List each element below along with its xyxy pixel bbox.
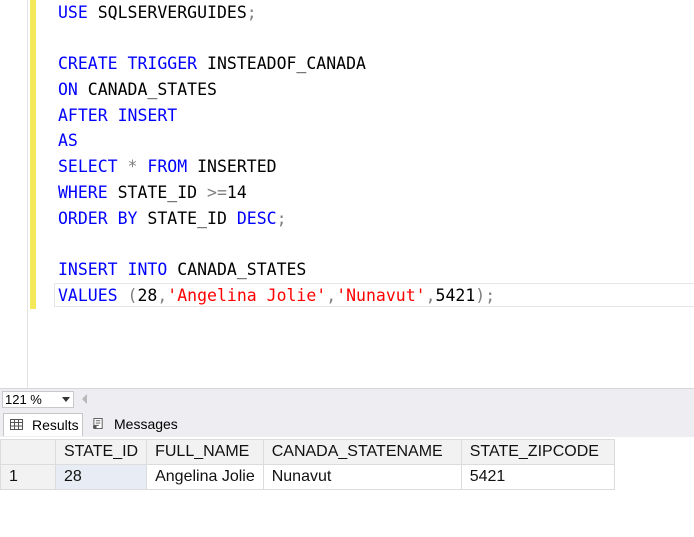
code-token: DESC bbox=[236, 208, 277, 228]
code-line[interactable] bbox=[58, 26, 495, 52]
row-number[interactable]: 1 bbox=[0, 464, 56, 490]
zoom-dropdown[interactable]: 121 % bbox=[2, 391, 74, 408]
table-cell[interactable]: Nunavut bbox=[262, 464, 462, 490]
column-header[interactable]: CANADA_STATENAME bbox=[262, 439, 462, 465]
current-line-highlight bbox=[54, 282, 694, 307]
table-cell[interactable]: 5421 bbox=[460, 464, 615, 490]
grid-icon bbox=[10, 419, 23, 430]
code-token: SQLSERVERGUIDES bbox=[87, 3, 247, 22]
code-token: ORDER bbox=[58, 208, 108, 228]
column-header[interactable]: FULL_NAME bbox=[146, 439, 264, 465]
results-grid: STATE_ID FULL_NAME CANADA_STATENAME STAT… bbox=[0, 437, 694, 537]
chevron-down-icon bbox=[62, 397, 70, 402]
code-line[interactable]: ON CANADA_STATES bbox=[58, 77, 495, 103]
code-token: STATE_ID bbox=[137, 208, 237, 228]
code-token: FROM bbox=[147, 157, 188, 177]
code-token: CANADA_STATES bbox=[167, 259, 307, 279]
code-token: AFTER bbox=[58, 105, 108, 125]
code-token: BY bbox=[117, 208, 138, 228]
sql-code[interactable]: USE SQLSERVERGUIDES; CREATE TRIGGER INST… bbox=[54, 0, 694, 309]
results-table: STATE_ID FULL_NAME CANADA_STATENAME STAT… bbox=[0, 439, 615, 490]
code-token: * bbox=[127, 157, 138, 177]
messages-icon bbox=[93, 418, 103, 429]
code-token: AS bbox=[58, 131, 78, 151]
code-token: ; bbox=[276, 208, 287, 228]
code-token: INSERTED bbox=[187, 157, 277, 177]
tab-messages-label: Messages bbox=[114, 416, 178, 432]
code-token: ; bbox=[246, 3, 257, 22]
table-cell[interactable]: Angelina Jolie bbox=[146, 464, 264, 490]
change-tracking-bar bbox=[30, 0, 36, 309]
code-token: INSTEADOF_CANADA bbox=[197, 54, 366, 74]
code-token: ON bbox=[58, 80, 78, 100]
column-header[interactable]: STATE_ZIPCODE bbox=[460, 439, 615, 465]
code-line[interactable]: CREATE TRIGGER INSTEADOF_CANADA bbox=[58, 51, 495, 77]
header-row: STATE_ID FULL_NAME CANADA_STATENAME STAT… bbox=[0, 439, 615, 465]
code-token: INSERT bbox=[117, 105, 178, 125]
code-line[interactable]: SELECT * FROM INSERTED bbox=[58, 154, 495, 180]
scroll-left-arrow-icon[interactable] bbox=[82, 394, 87, 404]
code-token: >= bbox=[207, 182, 227, 202]
tab-messages[interactable]: Messages bbox=[86, 413, 180, 436]
table-row: 1 28 Angelina Jolie Nunavut 5421 bbox=[0, 464, 615, 490]
table-cell[interactable]: 28 bbox=[54, 464, 148, 490]
code-token: TRIGGER bbox=[127, 54, 198, 74]
tab-results-label: Results bbox=[32, 417, 79, 433]
code-token: INSERT bbox=[58, 259, 118, 279]
code-token: STATE_ID bbox=[107, 182, 208, 202]
code-token: INTO bbox=[127, 259, 168, 279]
query-editor[interactable]: USE SQLSERVERGUIDES; CREATE TRIGGER INST… bbox=[0, 0, 694, 388]
code-token: WHERE bbox=[58, 182, 108, 202]
code-token: CREATE bbox=[58, 54, 118, 74]
code-token: 14 bbox=[226, 182, 247, 202]
tab-results[interactable]: Results bbox=[3, 413, 83, 436]
editor-status-strip: 121 % bbox=[0, 388, 694, 411]
code-token: SELECT bbox=[58, 157, 118, 177]
code-line[interactable] bbox=[58, 231, 495, 257]
grid-corner[interactable] bbox=[0, 439, 56, 465]
code-line[interactable]: VALUES (28,'Angelina Jolie','Nunavut',54… bbox=[54, 282, 694, 309]
code-token: USE bbox=[58, 3, 88, 22]
code-line[interactable]: INSERT INTO CANADA_STATES bbox=[58, 257, 495, 283]
editor-margin bbox=[0, 0, 28, 388]
result-tabs: Results Messages bbox=[0, 411, 694, 437]
zoom-value: 121 % bbox=[5, 392, 42, 407]
code-line[interactable]: AFTER INSERT bbox=[58, 103, 495, 129]
column-header[interactable]: STATE_ID bbox=[54, 439, 148, 465]
code-token: CANADA_STATES bbox=[77, 80, 217, 100]
code-line[interactable]: ORDER BY STATE_ID DESC; bbox=[58, 206, 495, 232]
code-line[interactable]: AS bbox=[58, 128, 495, 154]
code-line[interactable]: WHERE STATE_ID >=14 bbox=[58, 180, 495, 206]
code-line[interactable]: USE SQLSERVERGUIDES; bbox=[58, 0, 495, 26]
